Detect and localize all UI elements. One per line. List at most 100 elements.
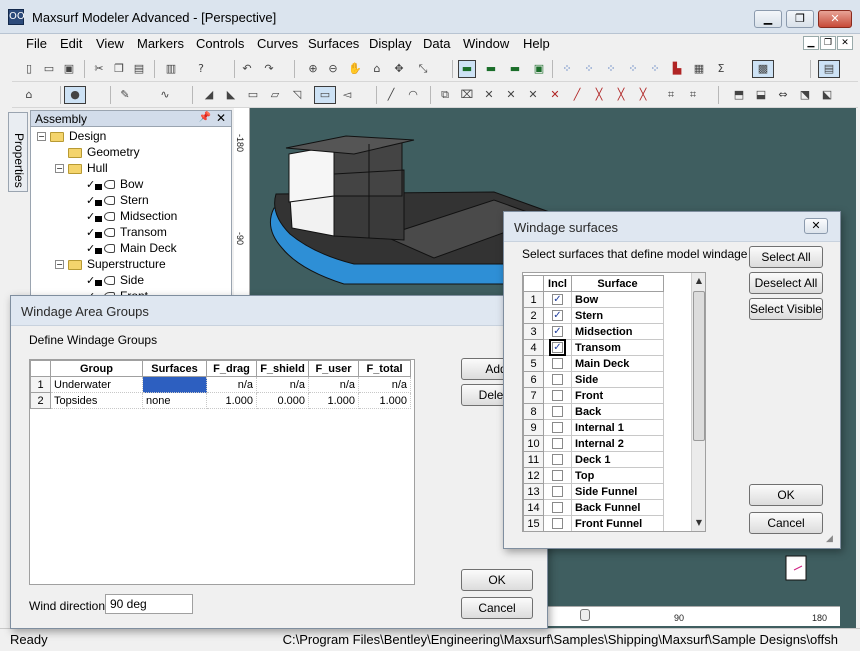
- surface-shape-4-icon[interactable]: ▱: [266, 86, 284, 104]
- col-incl[interactable]: Incl: [543, 275, 572, 292]
- table-row[interactable]: 8 Back: [523, 403, 664, 420]
- render-view-icon[interactable]: ▩: [752, 60, 774, 78]
- group-cell[interactable]: Underwater: [50, 376, 143, 393]
- menu-view[interactable]: View: [96, 36, 124, 51]
- lock-icon[interactable]: [95, 279, 102, 286]
- menu-window[interactable]: Window: [463, 36, 509, 51]
- select-visible-button[interactable]: Select Visible: [749, 298, 823, 320]
- include-checkbox[interactable]: ✓: [552, 310, 563, 322]
- mdi-minimize-button[interactable]: ▁: [803, 36, 819, 50]
- f-shield-cell[interactable]: 0.000: [256, 392, 309, 409]
- trim-2-icon[interactable]: ⌧: [458, 86, 476, 104]
- f-shield-cell[interactable]: n/a: [256, 376, 309, 393]
- lock-icon[interactable]: [95, 215, 102, 222]
- ruler-slider-handle[interactable]: [580, 609, 590, 621]
- menu-file[interactable]: File: [26, 36, 47, 51]
- assembly-close-icon[interactable]: ✕: [216, 111, 226, 125]
- lock-icon[interactable]: [95, 231, 102, 238]
- lock-icon[interactable]: [95, 183, 102, 190]
- surface-shape-5-icon[interactable]: ◹: [288, 86, 306, 104]
- menu-controls[interactable]: Controls: [196, 36, 244, 51]
- col-f-total[interactable]: F_total: [358, 360, 411, 377]
- table-icon[interactable]: ▦: [690, 60, 708, 78]
- pen-icon[interactable]: ✎: [116, 86, 134, 104]
- align-4-icon[interactable]: ⬔: [796, 86, 814, 104]
- mdi-restore-button[interactable]: ❐: [820, 36, 836, 50]
- wind-direction-input[interactable]: 90 deg: [105, 594, 193, 614]
- shrink-view-icon[interactable]: ⤡: [414, 60, 432, 78]
- scroll-up-icon[interactable]: ▲: [693, 275, 705, 287]
- tree-expander-icon[interactable]: −: [37, 132, 46, 142]
- align-2-icon[interactable]: ⬓: [752, 86, 770, 104]
- rotate-icon[interactable]: ✥: [390, 60, 408, 78]
- trim-8-icon[interactable]: ╳: [590, 86, 608, 104]
- windage-surfaces-ok-button[interactable]: OK: [749, 484, 823, 506]
- f-user-cell[interactable]: 1.000: [308, 392, 359, 409]
- menu-help[interactable]: Help: [523, 36, 550, 51]
- tree-node[interactable]: ✓ Midsection: [73, 209, 177, 225]
- surfaces-cell[interactable]: none: [142, 392, 207, 409]
- table-row[interactable]: 1 Underwater n/a n/a n/a n/a: [30, 376, 411, 393]
- table-row[interactable]: 2 Topsides none 1.000 0.000 1.000 1.000: [30, 392, 411, 409]
- include-checkbox[interactable]: [552, 438, 563, 450]
- view-body-plan-icon[interactable]: ▣: [530, 60, 548, 78]
- surface-shape-6-icon[interactable]: ▭: [314, 86, 336, 104]
- trim-10-icon[interactable]: ╳: [634, 86, 652, 104]
- visible-check-icon[interactable]: ✓: [86, 210, 95, 223]
- cut-icon[interactable]: ✂: [90, 60, 108, 78]
- menu-markers[interactable]: Markers: [137, 36, 184, 51]
- menu-curves[interactable]: Curves: [257, 36, 298, 51]
- include-checkbox[interactable]: [552, 502, 563, 514]
- windage-groups-cancel-button[interactable]: Cancel: [461, 597, 533, 619]
- shaded-sphere-icon[interactable]: ●: [64, 86, 86, 104]
- contours-icon[interactable]: ⁘: [624, 60, 642, 78]
- view-perspective-icon[interactable]: ▬: [458, 60, 476, 78]
- windage-surfaces-cancel-button[interactable]: Cancel: [749, 512, 823, 534]
- table-row[interactable]: 10 Internal 2: [523, 435, 664, 452]
- col-f-user[interactable]: F_user: [308, 360, 359, 377]
- visible-check-icon[interactable]: ✓: [86, 194, 95, 207]
- arc-icon[interactable]: ◠: [404, 86, 422, 104]
- windage-surfaces-scrollbar[interactable]: ▲ ▼: [691, 273, 705, 531]
- scroll-down-icon[interactable]: ▼: [693, 517, 705, 529]
- surface-shape-2-icon[interactable]: ◣: [222, 86, 240, 104]
- trim-4-icon[interactable]: ✕: [502, 86, 520, 104]
- visible-check-icon[interactable]: ✓: [86, 274, 95, 287]
- col-f-shield[interactable]: F_shield: [256, 360, 309, 377]
- include-checkbox[interactable]: [552, 390, 563, 402]
- include-checkbox[interactable]: ✓: [552, 294, 563, 306]
- select-all-button[interactable]: Select All: [749, 246, 823, 268]
- align-1-icon[interactable]: ⬒: [730, 86, 748, 104]
- zoom-in-icon[interactable]: ⊕: [304, 60, 322, 78]
- pan-hand-icon[interactable]: ✋: [346, 60, 364, 78]
- menu-data[interactable]: Data: [423, 36, 450, 51]
- save-icon[interactable]: ▣: [60, 60, 78, 78]
- col-f-drag[interactable]: F_drag: [206, 360, 257, 377]
- surface-shape-3-icon[interactable]: ▭: [244, 86, 262, 104]
- col-surface[interactable]: Surface: [571, 275, 664, 292]
- offsets-icon[interactable]: ⁘: [602, 60, 620, 78]
- sigma-icon[interactable]: Σ: [712, 60, 730, 78]
- table-row[interactable]: 13 Side Funnel: [523, 483, 664, 500]
- view-plan-icon[interactable]: ▬: [482, 60, 500, 78]
- include-checkbox[interactable]: [552, 470, 563, 482]
- align-3-icon[interactable]: ⇔: [774, 86, 792, 104]
- tree-node[interactable]: ✓ Transom: [73, 225, 167, 241]
- resize-grip-icon[interactable]: ◢: [826, 534, 836, 544]
- table-row[interactable]: 9 Internal 1: [523, 419, 664, 436]
- table-row[interactable]: 15 Front Funnel: [523, 515, 664, 531]
- menu-display[interactable]: Display: [369, 36, 412, 51]
- table-row[interactable]: 5 Main Deck: [523, 355, 664, 372]
- lock-icon[interactable]: [95, 199, 102, 206]
- frame-1-icon[interactable]: ⌗: [662, 86, 680, 104]
- pin-icon[interactable]: 📌: [199, 112, 211, 123]
- properties-tab[interactable]: Properties: [8, 112, 28, 192]
- include-checkbox[interactable]: [552, 518, 563, 530]
- trim-9-icon[interactable]: ╳: [612, 86, 630, 104]
- print-icon[interactable]: ▥: [162, 60, 180, 78]
- table-row[interactable]: 4 ✓ Transom: [523, 339, 664, 357]
- col-group[interactable]: Group: [50, 360, 143, 377]
- include-checkbox[interactable]: [552, 358, 563, 370]
- scroll-thumb[interactable]: [693, 291, 705, 441]
- trim-1-icon[interactable]: ⧉: [436, 86, 454, 104]
